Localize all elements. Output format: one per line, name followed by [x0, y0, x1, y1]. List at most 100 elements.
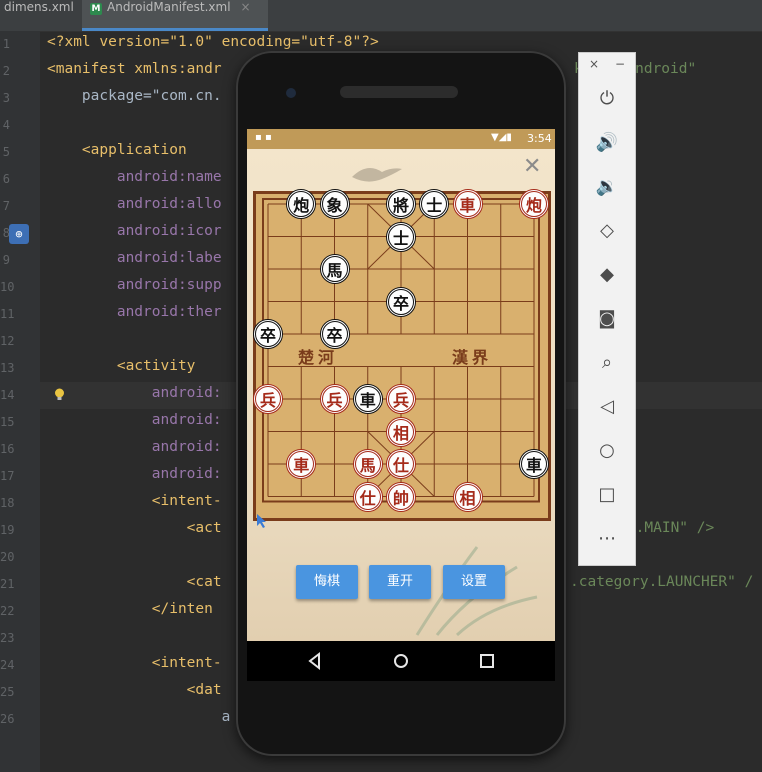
- notification-icons: ▪ ▪: [255, 132, 272, 143]
- minimize-icon[interactable]: −: [615, 57, 625, 71]
- code-line: <activity: [47, 358, 196, 374]
- line-number: 13: [0, 361, 15, 375]
- volume-down-icon[interactable]: 🔉: [595, 175, 619, 199]
- settings-button[interactable]: 设置: [443, 565, 505, 599]
- code-line: android:: [47, 412, 222, 428]
- chess-piece-red[interactable]: 相: [386, 416, 416, 447]
- camera-icon[interactable]: ◙: [595, 307, 619, 331]
- code-line: android:supp: [47, 277, 222, 293]
- close-icon[interactable]: ✕: [523, 156, 541, 178]
- rotate-right-icon[interactable]: ◆: [595, 263, 619, 287]
- code-line: android:: [47, 466, 222, 482]
- line-number: 23: [0, 631, 15, 645]
- line-number: 6: [2, 172, 10, 186]
- chess-piece-black[interactable]: 象: [319, 189, 350, 219]
- code-line: </inten: [47, 601, 213, 617]
- signal-battery-icons: ▼◢▮: [491, 132, 512, 143]
- android-nav-bar: [247, 641, 555, 681]
- chess-piece-red[interactable]: 仕: [352, 481, 383, 512]
- close-icon[interactable]: ×: [589, 57, 599, 71]
- code-line: <application: [47, 142, 187, 158]
- undo-button[interactable]: 悔棋: [296, 565, 358, 599]
- action-buttons: 悔棋 重开 设置: [247, 565, 555, 605]
- code-line: a: [47, 709, 231, 725]
- chess-piece-red[interactable]: 炮: [519, 189, 549, 219]
- line-number: 9: [2, 253, 10, 267]
- phone-speaker: [340, 86, 458, 98]
- chess-piece-black[interactable]: 士: [386, 221, 416, 252]
- line-number: 21: [0, 577, 15, 591]
- chess-app: ✕ 楚河 漢界 炮象將士車炮士馬卒卒卒兵兵車兵相車馬仕車仕帥相 悔棋 重开 设置: [247, 149, 555, 641]
- chess-piece-red[interactable]: 相: [452, 481, 483, 512]
- close-icon[interactable]: ×: [241, 0, 251, 14]
- line-number: 11: [0, 307, 15, 321]
- restart-button[interactable]: 重开: [369, 565, 431, 599]
- chess-piece-black[interactable]: 將: [386, 189, 416, 219]
- tab-dimens[interactable]: dimens.xml: [0, 0, 84, 31]
- bird-decoration: [352, 168, 402, 182]
- line-number: 10: [0, 280, 15, 294]
- chess-piece-black[interactable]: 馬: [319, 254, 350, 284]
- code-line: android:icor: [47, 223, 222, 239]
- code-line: android:ther: [47, 304, 222, 320]
- back-icon[interactable]: ◁: [595, 395, 619, 419]
- line-number: 15: [0, 415, 15, 429]
- line-number: 14: [0, 388, 15, 402]
- line-number: 22: [0, 604, 15, 618]
- code-line: <intent-: [47, 493, 222, 509]
- line-number: 26: [0, 712, 15, 726]
- chess-piece-black[interactable]: 卒: [253, 319, 283, 349]
- line-number: 2: [2, 64, 10, 78]
- front-camera: [286, 88, 296, 98]
- more-icon[interactable]: ⋯: [595, 527, 619, 551]
- power-icon[interactable]: ⏻: [595, 87, 619, 111]
- mouse-cursor-icon: [257, 514, 266, 528]
- editor-tab-bar: dimens.xml M AndroidManifest.xml ×: [0, 0, 762, 32]
- chess-piece-red[interactable]: 仕: [386, 449, 416, 479]
- chess-piece-black[interactable]: 卒: [319, 319, 350, 349]
- code-line: android:allo: [47, 196, 222, 212]
- line-number: 3: [2, 91, 10, 105]
- chess-piece-black[interactable]: 卒: [386, 286, 416, 317]
- river-text-right: 漢界: [452, 348, 493, 367]
- line-number: 12: [0, 334, 15, 348]
- chess-board[interactable]: 楚河 漢界 炮象將士車炮士馬卒卒卒兵兵車兵相車馬仕車仕帥相: [253, 189, 551, 521]
- status-bar: ▪ ▪ ▼◢▮ 3:54: [247, 129, 555, 149]
- volume-up-icon[interactable]: 🔊: [595, 131, 619, 155]
- phone-screen: ▪ ▪ ▼◢▮ 3:54 ✕ 楚河 漢界 炮象將士車炮士馬卒卒卒兵兵車兵相車馬仕…: [247, 129, 555, 641]
- chess-piece-red[interactable]: 帥: [386, 481, 416, 512]
- line-number: 8: [2, 226, 10, 240]
- code-line: <cat: [47, 574, 222, 590]
- chess-piece-red[interactable]: 車: [452, 189, 483, 219]
- manifest-file-icon: M: [90, 3, 102, 15]
- line-number: 19: [0, 523, 15, 537]
- rotate-left-icon[interactable]: ◇: [595, 219, 619, 243]
- chess-piece-black[interactable]: 車: [352, 384, 383, 414]
- chess-piece-black[interactable]: 車: [519, 449, 549, 479]
- android-emulator-phone: ▪ ▪ ▼◢▮ 3:54 ✕ 楚河 漢界 炮象將士車炮士馬卒卒卒兵兵車兵相車馬仕…: [236, 51, 566, 756]
- zoom-icon[interactable]: ⌕: [595, 351, 619, 375]
- emulator-toolbar: × − ⏻ 🔊 🔉 ◇ ◆ ◙ ⌕ ◁ ○ □ ⋯: [578, 52, 636, 566]
- line-number: 7: [2, 199, 10, 213]
- chess-piece-red[interactable]: 兵: [386, 384, 416, 414]
- back-icon[interactable]: [305, 651, 325, 671]
- status-time: 3:54: [527, 132, 552, 145]
- chess-piece-red[interactable]: 兵: [319, 384, 350, 414]
- home-icon[interactable]: ○: [595, 439, 619, 463]
- globe-icon[interactable]: ⊕: [9, 224, 29, 244]
- line-number: 1: [2, 37, 10, 51]
- code-line: <act: [47, 520, 222, 536]
- overview-icon[interactable]: [477, 651, 497, 671]
- code-line: <dat: [47, 682, 222, 698]
- overview-icon[interactable]: □: [595, 483, 619, 507]
- line-number: 20: [0, 550, 15, 564]
- home-icon[interactable]: [391, 651, 411, 671]
- chess-piece-red[interactable]: 馬: [352, 449, 383, 479]
- code-line: <?xml version="1.0" encoding="utf-8"?>: [47, 34, 379, 50]
- line-number: 16: [0, 442, 15, 456]
- tab-android-manifest[interactable]: M AndroidManifest.xml ×: [82, 0, 268, 31]
- code-line: android:name: [47, 169, 222, 185]
- chess-piece-red[interactable]: 兵: [253, 384, 283, 414]
- tab-label: AndroidManifest.xml: [107, 0, 231, 14]
- code-line: android:labe: [47, 250, 222, 266]
